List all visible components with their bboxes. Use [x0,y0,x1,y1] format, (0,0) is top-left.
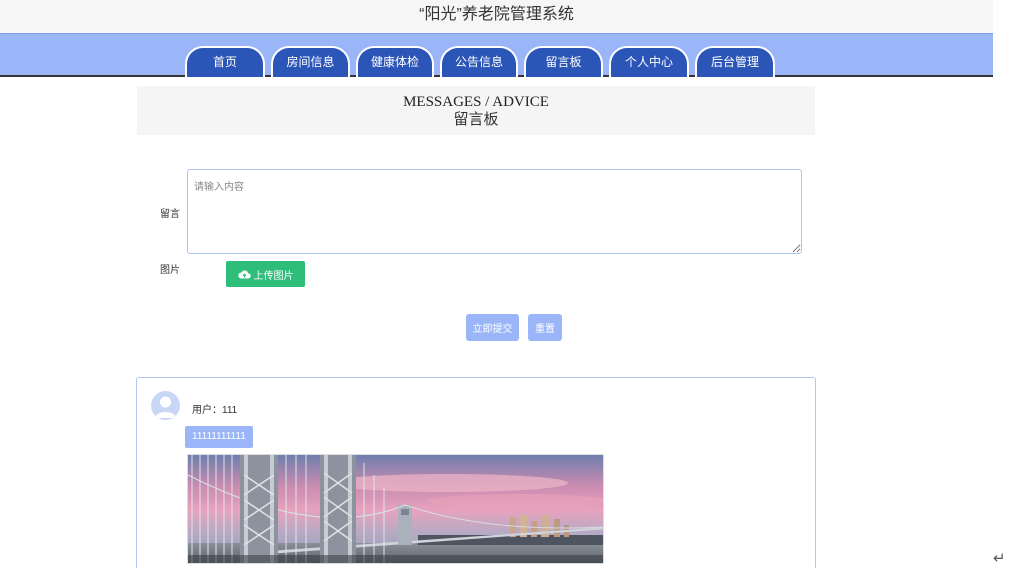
upload-image-button[interactable]: 上传图片 [226,261,305,287]
message-input[interactable] [187,169,802,254]
nav-tabs: 首页 房间信息 健康体检 公告信息 留言板 个人中心 后台管理 [185,46,781,77]
section-title-cn: 留言板 [453,110,499,128]
submit-button[interactable]: 立即提交 [466,314,519,341]
nav-bar: 首页 房间信息 健康体检 公告信息 留言板 个人中心 后台管理 [0,33,993,77]
reset-button[interactable]: 重置 [528,314,562,341]
nav-tab-personal-center[interactable]: 个人中心 [609,46,689,77]
cloud-upload-icon [237,270,251,279]
user-avatar-icon [151,391,180,420]
section-title-en: MESSAGES / ADVICE [403,94,549,110]
nav-tab-admin[interactable]: 后台管理 [695,46,775,77]
section-header: MESSAGES / ADVICE 留言板 [137,86,815,135]
app-title: “阳光”养老院管理系统 [0,0,993,33]
message-label: 留言 [160,209,180,220]
nav-tab-health-check[interactable]: 健康体检 [356,46,434,77]
message-user: 用户：111 [192,405,238,416]
message-content: 11111111111 [185,426,253,448]
return-arrow-icon: ↵ [993,550,1006,567]
nav-tab-rooms[interactable]: 房间信息 [271,46,350,77]
nav-tab-announcements[interactable]: 公告信息 [440,46,518,77]
image-label: 图片 [160,265,180,276]
message-image [187,454,604,564]
nav-tab-home[interactable]: 首页 [185,46,265,77]
nav-tab-message-board[interactable]: 留言板 [524,46,603,77]
message-card: 用户：111 11111111111 [136,377,816,568]
upload-image-label: 上传图片 [253,270,294,282]
